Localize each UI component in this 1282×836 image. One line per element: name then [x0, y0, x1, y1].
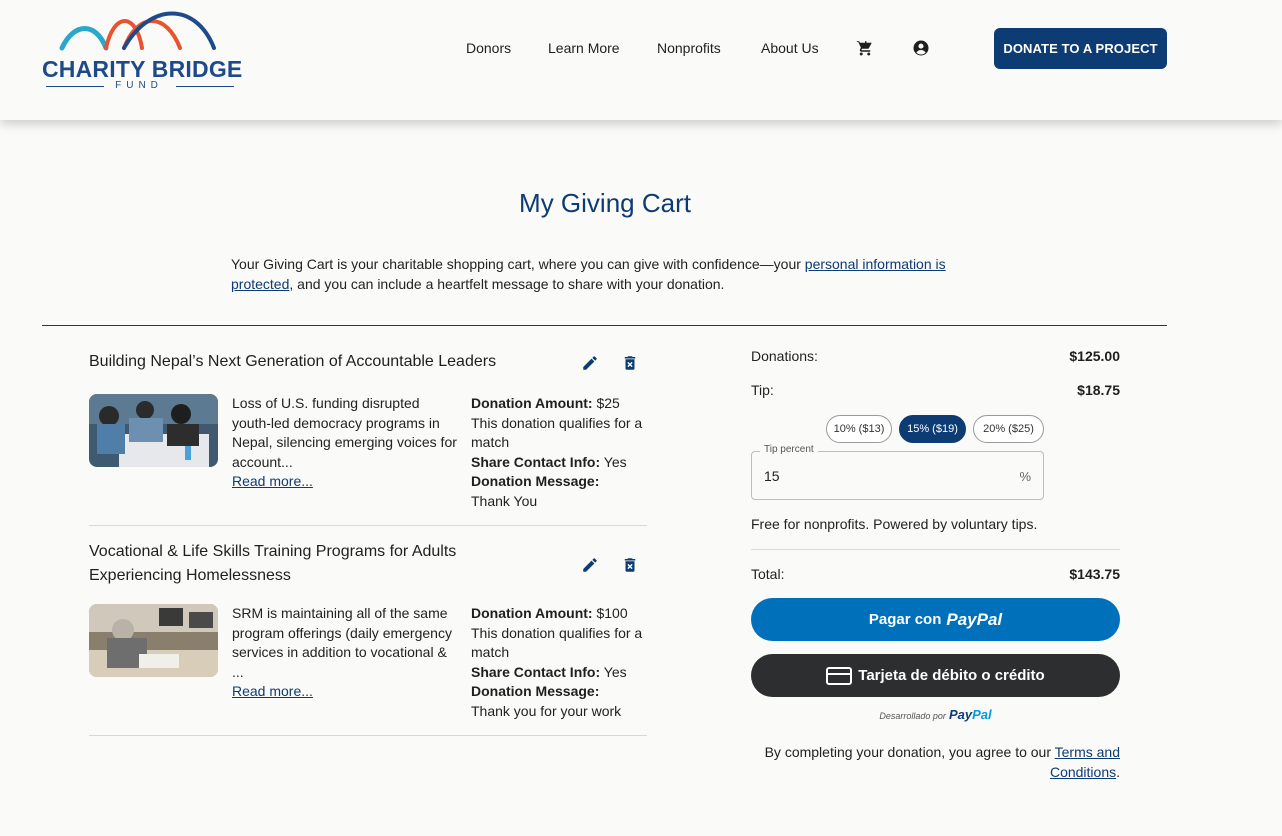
match-note: This donation qualifies for a match: [471, 414, 643, 451]
share-contact-value: Yes: [603, 453, 627, 470]
tip-option-10[interactable]: 10% ($13): [826, 415, 892, 443]
powered-by-paypal: Desarrollado por PayPal: [751, 707, 1120, 722]
paypal-logo-pal: Pal: [972, 707, 992, 722]
tip-option-15[interactable]: 15% ($19): [899, 415, 966, 443]
paypal-button[interactable]: Pagar con PayPal: [751, 598, 1120, 641]
match-note: This donation qualifies for a match: [471, 624, 643, 661]
donation-details: Donation Amount: $25 This donation quali…: [471, 394, 651, 512]
terms-link[interactable]: Terms and Conditions: [1050, 744, 1120, 780]
site-header: CHARITY BRIDGE FUND Donors Learn More No…: [0, 0, 1282, 120]
donation-amount-value: $25: [596, 395, 620, 411]
tip-percent-unit: %: [1019, 469, 1031, 484]
powered-by-text: Desarrollado por: [879, 711, 946, 721]
total-label: Total:: [751, 566, 785, 582]
summary-divider: [751, 549, 1120, 550]
account-circle-icon[interactable]: [912, 39, 930, 57]
section-divider: [42, 325, 1167, 326]
cart-item-title: Building Nepal’s Next Generation of Acco…: [89, 353, 497, 370]
nav-learn-more[interactable]: Learn More: [548, 40, 620, 56]
bridge-arcs-icon: [59, 11, 216, 51]
tip-percent-input[interactable]: 15: [764, 468, 780, 484]
free-note: Free for nonprofits. Powered by voluntar…: [751, 516, 1038, 532]
card-button-label: Tarjeta de débito o crédito: [858, 667, 1045, 684]
project-thumbnail[interactable]: [89, 604, 218, 677]
paypal-logo-text: PayPal: [946, 609, 1003, 629]
donation-message-label: Donation Message:: [471, 473, 600, 490]
donation-amount-label: Donation Amount:: [471, 605, 593, 621]
delete-icon[interactable]: [621, 354, 639, 372]
terms-text-after: .: [1116, 764, 1120, 780]
item-divider: [89, 525, 647, 526]
nav-about-us[interactable]: About Us: [761, 40, 819, 56]
terms-text-before: By completing your donation, you agree t…: [764, 744, 1055, 760]
paypal-logo-pay: Pay: [948, 707, 973, 722]
donation-details: Donation Amount: $100 This donation qual…: [471, 604, 651, 722]
cart-icon[interactable]: [856, 39, 874, 57]
paypal-button-label: Pagar con: [868, 611, 942, 628]
item-divider: [89, 735, 647, 736]
delete-icon[interactable]: [621, 556, 639, 574]
card-payment-button[interactable]: Tarjeta de débito o crédito: [751, 654, 1120, 697]
project-description-text: SRM is maintaining all of the same progr…: [232, 605, 452, 680]
project-description-text: Loss of U.S. funding disrupted youth-led…: [232, 395, 457, 470]
credit-card-icon: [826, 666, 853, 685]
donation-amount-value: $100: [596, 605, 628, 621]
tip-value: $18.75: [1077, 382, 1120, 398]
donation-message-value: Thank you for your work: [471, 702, 622, 719]
donations-value: $125.00: [1069, 348, 1120, 364]
cart-item-title: Vocational & Life Skills Training Progra…: [89, 543, 457, 584]
nav-nonprofits[interactable]: Nonprofits: [657, 40, 721, 56]
paypal-logo: PayPal: [949, 707, 992, 722]
share-contact-label: Share Contact Info:: [471, 663, 601, 680]
project-description: Loss of U.S. funding disrupted youth-led…: [232, 394, 460, 492]
donation-message-value: Thank You: [471, 492, 538, 509]
share-contact-label: Share Contact Info:: [471, 453, 601, 470]
share-contact-value: Yes: [603, 663, 627, 680]
intro-text-after: , and you can include a heartfelt messag…: [289, 276, 725, 292]
read-more-link[interactable]: Read more...: [232, 682, 460, 702]
logo-title: CHARITY BRIDGE: [42, 56, 243, 82]
charity-bridge-logo[interactable]: CHARITY BRIDGE FUND: [40, 8, 243, 92]
tip-option-20[interactable]: 20% ($25): [973, 415, 1044, 443]
terms-notice: By completing your donation, you agree t…: [751, 742, 1120, 782]
tip-label: Tip:: [751, 382, 774, 398]
donation-amount-label: Donation Amount:: [471, 395, 593, 411]
project-thumbnail[interactable]: [89, 394, 218, 467]
total-value: $143.75: [1069, 566, 1120, 582]
nav-donors[interactable]: Donors: [466, 40, 511, 56]
intro-text: Your Giving Cart is your charitable shop…: [231, 254, 991, 294]
edit-icon[interactable]: [581, 556, 599, 574]
project-description: SRM is maintaining all of the same progr…: [232, 604, 460, 702]
donations-label: Donations:: [751, 348, 818, 364]
logo-rule-right: [176, 86, 234, 87]
edit-icon[interactable]: [581, 354, 599, 372]
donate-to-project-button[interactable]: DONATE TO A PROJECT: [994, 28, 1167, 69]
donation-message-label: Donation Message:: [471, 683, 600, 700]
tip-percent-label: Tip percent: [760, 444, 818, 455]
logo-subtitle: FUND: [40, 80, 238, 92]
tip-percent-field[interactable]: Tip percent 15 %: [751, 444, 1044, 500]
intro-text-before: Your Giving Cart is your charitable shop…: [231, 256, 805, 272]
read-more-link[interactable]: Read more...: [232, 472, 460, 492]
page-title: My Giving Cart: [519, 188, 691, 218]
